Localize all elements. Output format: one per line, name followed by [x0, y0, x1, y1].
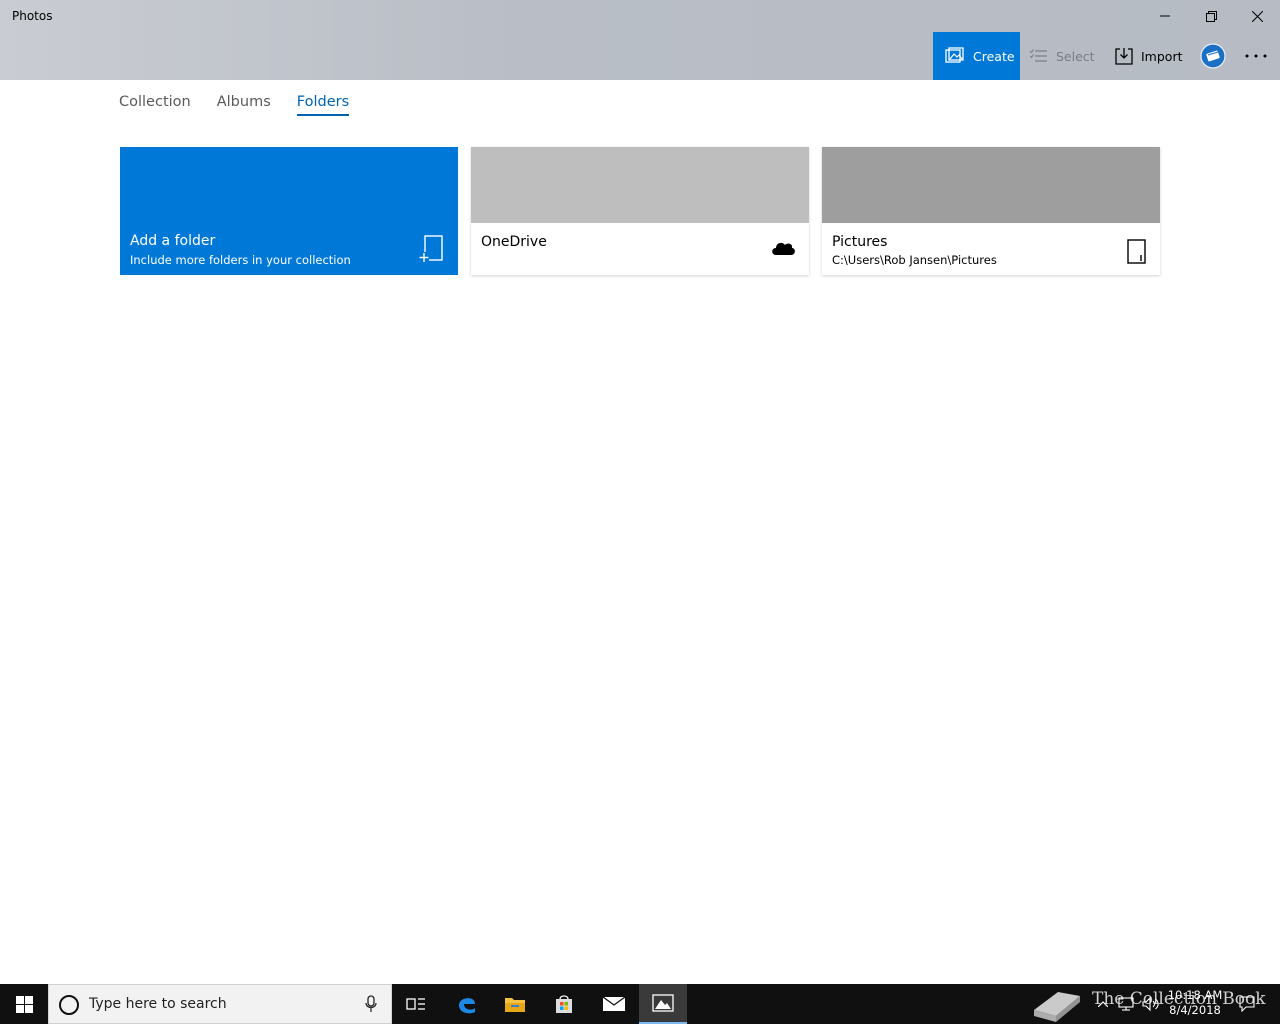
- cloud-icon: [772, 242, 795, 255]
- select-label: Select: [1056, 48, 1095, 64]
- folder-icon: [505, 998, 525, 1012]
- close-icon: [1251, 10, 1263, 22]
- taskbar: Type here to search 10:18 AM 8/4/2018: [0, 984, 1280, 1024]
- import-button[interactable]: Import: [1115, 32, 1190, 80]
- more-icon: [1245, 54, 1267, 58]
- action-center-button[interactable]: [1234, 984, 1260, 1024]
- pictures-title: Pictures: [832, 234, 888, 250]
- taskbar-clock[interactable]: 10:18 AM 8/4/2018: [1164, 988, 1226, 1018]
- create-icon: [945, 47, 964, 63]
- app-title: Photos: [12, 9, 53, 23]
- photos-icon: [652, 994, 674, 1012]
- chevron-up-icon: [1098, 1001, 1108, 1007]
- close-button[interactable]: [1234, 0, 1280, 32]
- select-button[interactable]: Select: [1030, 32, 1105, 80]
- taskbar-file-explorer[interactable]: [491, 984, 539, 1024]
- add-folder-tile[interactable]: Add a folder Include more folders in you…: [120, 147, 458, 275]
- import-label: Import: [1141, 48, 1183, 64]
- taskbar-photos[interactable]: [639, 984, 687, 1024]
- volume-button[interactable]: [1140, 984, 1162, 1024]
- avatar-icon: [1200, 43, 1226, 69]
- taskbar-search-box[interactable]: Type here to search: [48, 984, 392, 1024]
- clock-time: 10:18 AM: [1167, 988, 1223, 1002]
- minimize-button[interactable]: [1142, 0, 1188, 32]
- task-view-icon: [406, 998, 425, 1010]
- title-bar: Photos Create Select Import: [0, 0, 1280, 80]
- select-list-icon: [1030, 49, 1047, 62]
- show-hidden-icons-button[interactable]: [1094, 984, 1112, 1024]
- taskbar-mail[interactable]: [590, 984, 638, 1024]
- account-avatar-button[interactable]: [1199, 32, 1227, 80]
- speaker-icon: [1142, 997, 1159, 1011]
- start-button[interactable]: [0, 984, 48, 1024]
- pivot-tabs: Collection Albums Folders: [119, 94, 350, 116]
- microphone-icon[interactable]: [365, 995, 377, 1013]
- store-icon: [556, 995, 572, 1013]
- tab-albums[interactable]: Albums: [217, 94, 271, 116]
- edge-icon: [459, 998, 475, 1014]
- pictures-folder-tile[interactable]: Pictures C:\Users\Rob Jansen\Pictures: [822, 147, 1160, 275]
- more-options-button[interactable]: [1240, 32, 1272, 80]
- pictures-thumbnail: [822, 147, 1160, 223]
- onedrive-folder-tile[interactable]: OneDrive: [471, 147, 809, 275]
- create-label: Create: [973, 48, 1015, 64]
- onedrive-thumbnail: [471, 147, 809, 223]
- device-icon: [1127, 239, 1146, 264]
- restore-button[interactable]: [1188, 0, 1234, 32]
- create-button[interactable]: Create: [933, 32, 1020, 80]
- notification-icon: [1239, 996, 1255, 1012]
- tab-folders[interactable]: Folders: [296, 94, 350, 116]
- onedrive-title: OneDrive: [481, 234, 547, 250]
- add-folder-subtitle: Include more folders in your collection: [130, 253, 351, 267]
- add-folder-icon: [419, 235, 443, 262]
- mail-icon: [602, 996, 626, 1011]
- network-icon: [1118, 997, 1134, 1011]
- add-folder-title: Add a folder: [130, 233, 216, 249]
- pictures-path: C:\Users\Rob Jansen\Pictures: [832, 253, 997, 267]
- taskbar-store[interactable]: [540, 984, 588, 1024]
- task-view-button[interactable]: [392, 984, 440, 1024]
- windows-logo-icon: [15, 995, 33, 1013]
- tab-collection[interactable]: Collection: [119, 94, 191, 116]
- restore-icon: [1205, 10, 1217, 22]
- search-placeholder: Type here to search: [89, 996, 227, 1012]
- cortana-icon: [59, 995, 79, 1015]
- clock-date: 8/4/2018: [1169, 1003, 1221, 1017]
- network-button[interactable]: [1116, 984, 1136, 1024]
- taskbar-edge[interactable]: [443, 984, 491, 1024]
- import-icon: [1115, 48, 1133, 65]
- minimize-icon: [1160, 15, 1170, 17]
